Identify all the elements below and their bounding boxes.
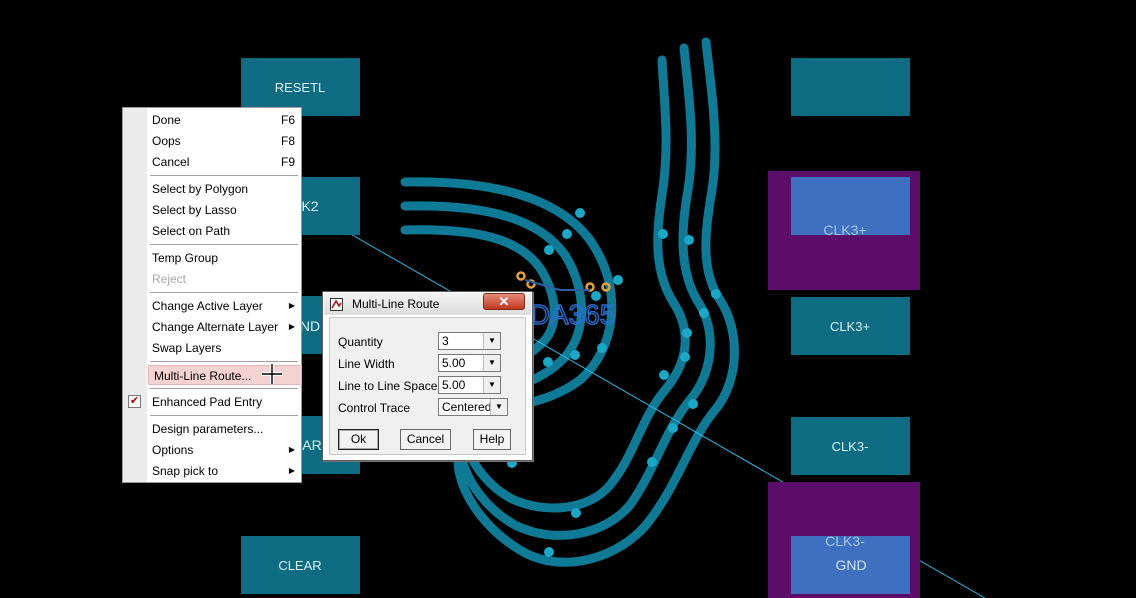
line-space-combo[interactable]: 5.00 ▼ <box>438 376 501 394</box>
menu-item-label: Snap pick to <box>152 464 219 478</box>
quantity-combo[interactable]: 3 ▼ <box>438 332 501 350</box>
menu-separator <box>150 388 298 389</box>
menu-item-reject: Reject <box>147 269 301 289</box>
help-button[interactable]: Help <box>473 429 511 450</box>
menu-separator <box>150 175 298 176</box>
pad-label-clear: CLEAR <box>278 558 321 573</box>
menu-separator <box>150 292 298 293</box>
chevron-down-icon[interactable]: ▼ <box>483 355 500 371</box>
menu-item-label: Select by Lasso <box>152 203 237 217</box>
context-menu: Done F6 Oops F8 Cancel F9 Select by Poly… <box>122 107 302 483</box>
line-width-value[interactable]: 5.00 <box>442 355 465 371</box>
menu-separator <box>150 244 298 245</box>
crosshair-cursor-icon <box>262 364 282 384</box>
menu-item-select-on-path[interactable]: Select on Path <box>147 221 301 241</box>
menu-separator <box>150 361 298 362</box>
menu-shortcut: F6 <box>280 113 295 127</box>
menu-shortcut: F8 <box>280 134 295 148</box>
pad-label-clk3p: CLK3+ <box>830 319 870 334</box>
menu-item-enhanced-pad-entry[interactable]: Enhanced Pad Entry <box>147 392 301 412</box>
submenu-arrow-icon: ▶ <box>288 322 295 331</box>
checkmark-icon: ✔ <box>128 395 141 408</box>
cancel-button[interactable]: Cancel <box>400 429 451 450</box>
chevron-down-icon[interactable]: ▼ <box>483 377 500 393</box>
menu-item-label: Change Alternate Layer <box>152 320 279 334</box>
menu-item-label: Options <box>152 443 194 457</box>
menu-item-oops[interactable]: Oops F8 <box>147 131 301 151</box>
pad-label-nd: ND <box>300 318 320 334</box>
menu-item-label: Select by Polygon <box>152 182 249 196</box>
pad-label-resetl: RESETL <box>275 80 326 95</box>
menu-item-done[interactable]: Done F6 <box>147 110 301 130</box>
menu-item-label: Select on Path <box>152 224 231 238</box>
dialog-body: Quantity 3 ▼ Line Width 5.00 ▼ Line to L… <box>329 317 526 455</box>
line-space-label: Line to Line Space <box>338 379 438 393</box>
menu-item-change-alternate-layer[interactable]: Change Alternate Layer ▶ <box>147 317 301 337</box>
chevron-down-icon[interactable]: ▼ <box>483 333 500 349</box>
menu-item-cancel[interactable]: Cancel F9 <box>147 152 301 172</box>
control-trace-select[interactable]: Centered ▼ <box>438 398 508 416</box>
pad-top-right[interactable] <box>791 58 910 116</box>
menu-item-label: Swap Layers <box>152 341 222 355</box>
ok-button[interactable]: Ok <box>338 429 379 450</box>
menu-item-label: Reject <box>152 272 187 286</box>
menu-item-label: Multi-Line Route... <box>154 369 252 383</box>
line-width-label: Line Width <box>338 357 395 371</box>
chevron-down-icon[interactable]: ▼ <box>490 399 507 415</box>
pad-label-clk3m: CLK3- <box>832 439 869 454</box>
submenu-arrow-icon: ▶ <box>288 301 295 310</box>
menu-item-swap-layers[interactable]: Swap Layers <box>147 338 301 358</box>
line-space-value[interactable]: 5.00 <box>442 377 465 393</box>
menu-item-label: Change Active Layer <box>152 299 263 313</box>
menu-item-label: Cancel <box>152 155 190 169</box>
pad-label-clk3p-upper: CLK3+ <box>823 222 866 238</box>
multi-line-route-dialog: Multi-Line Route ✕ Quantity 3 ▼ Line Wid… <box>322 291 533 461</box>
control-trace-label: Control Trace <box>338 401 411 415</box>
submenu-arrow-icon: ▶ <box>288 445 295 454</box>
close-icon[interactable]: ✕ <box>483 293 525 310</box>
control-trace-value[interactable]: Centered <box>442 399 491 415</box>
menu-item-label: Temp Group <box>152 251 219 265</box>
menu-shortcut: F9 <box>280 155 295 169</box>
pad-label-clk3m-upper: CLK3- <box>825 533 865 549</box>
pad-label-gnd: GND <box>835 557 866 573</box>
menu-item-select-by-polygon[interactable]: Select by Polygon <box>147 179 301 199</box>
line-width-combo[interactable]: 5.00 ▼ <box>438 354 501 372</box>
menu-item-options[interactable]: Options ▶ <box>147 440 301 460</box>
menu-item-snap-pick-to[interactable]: Snap pick to ▶ <box>147 461 301 481</box>
menu-item-design-parameters[interactable]: Design parameters... <box>147 419 301 439</box>
menu-separator <box>150 415 298 416</box>
menu-item-label: Design parameters... <box>152 422 264 436</box>
menu-item-temp-group[interactable]: Temp Group <box>147 248 301 268</box>
pad-label-k2: K2 <box>301 198 318 214</box>
menu-icon-gutter <box>123 108 147 482</box>
menu-item-label: Done <box>152 113 181 127</box>
dialog-title: Multi-Line Route <box>352 297 440 311</box>
menu-item-label: Enhanced Pad Entry <box>152 395 263 409</box>
menu-item-change-active-layer[interactable]: Change Active Layer ▶ <box>147 296 301 316</box>
quantity-label: Quantity <box>338 335 383 349</box>
menu-item-label: Oops <box>152 134 181 148</box>
pad-label-ar: AR <box>302 437 321 453</box>
app-icon <box>330 298 343 311</box>
submenu-arrow-icon: ▶ <box>288 466 295 475</box>
menu-item-select-by-lasso[interactable]: Select by Lasso <box>147 200 301 220</box>
quantity-value[interactable]: 3 <box>442 333 449 349</box>
